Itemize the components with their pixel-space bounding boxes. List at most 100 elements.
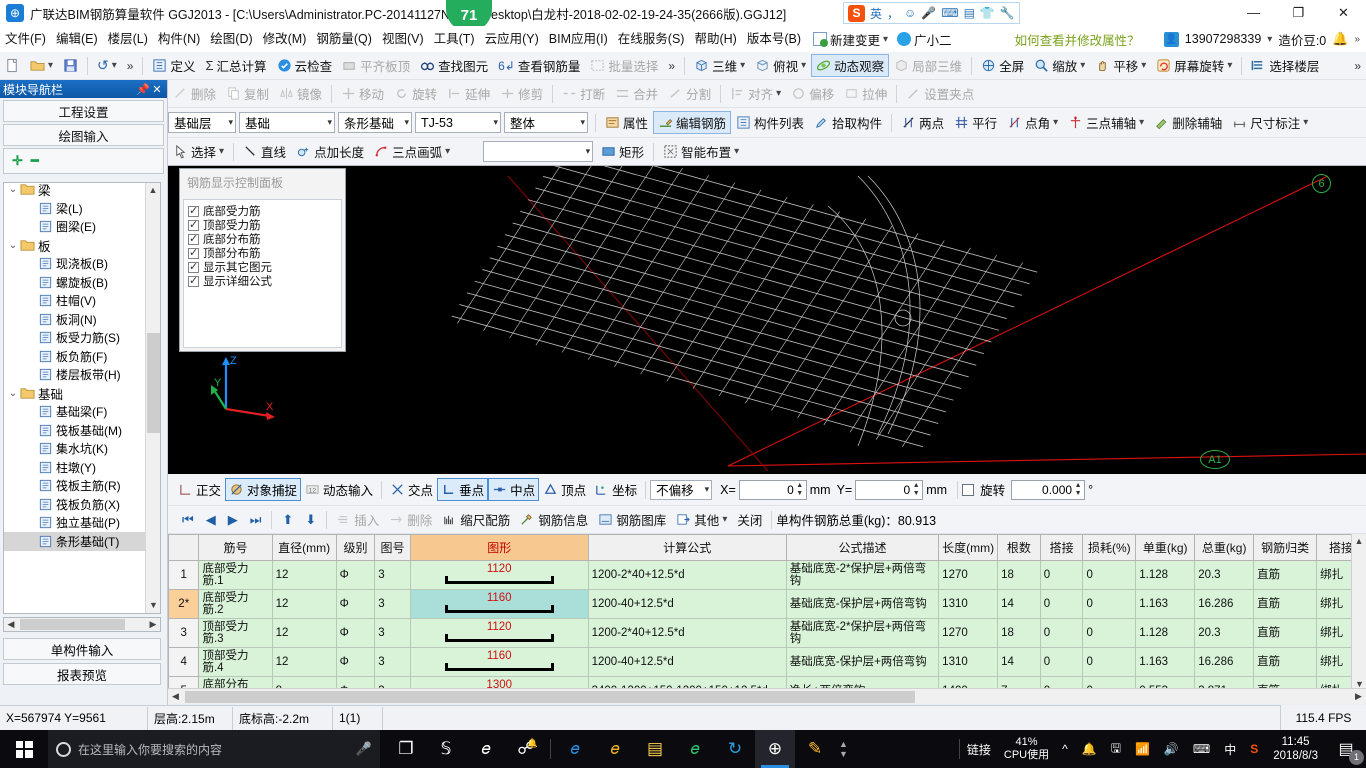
- scroll-up-icon[interactable]: ▲: [146, 183, 160, 198]
- cell-classify[interactable]: 直筋: [1253, 647, 1318, 677]
- first-row-button[interactable]: ⏮: [176, 512, 200, 528]
- select-tool-button[interactable]: 选择 ▾: [168, 140, 229, 163]
- draw-mode-combo[interactable]: ▾: [483, 141, 594, 162]
- menu-item-cloud[interactable]: 云应用(Y): [480, 26, 544, 52]
- align-button[interactable]: 对齐 ▾: [725, 82, 786, 105]
- menu-item-online-service[interactable]: 在线服务(S): [613, 26, 690, 52]
- three-point-axis-button[interactable]: 三点辅轴 ▾: [1063, 111, 1149, 134]
- close-editor-button[interactable]: 关闭: [732, 508, 767, 531]
- pan-button[interactable]: 平移 ▾: [1090, 54, 1151, 77]
- report-preview-button[interactable]: 报表预览: [3, 663, 161, 685]
- clock[interactable]: 11:45 2018/8/3: [1265, 735, 1326, 763]
- drawing-input-button[interactable]: 绘图输入: [3, 124, 164, 146]
- checkbox-icon[interactable]: [188, 246, 199, 259]
- ime-mode-label[interactable]: 中: [1217, 730, 1243, 768]
- table-header-loss[interactable]: 损耗(%): [1082, 534, 1137, 561]
- checkbox-icon[interactable]: [188, 218, 199, 231]
- project-settings-button[interactable]: 工程设置: [3, 100, 164, 122]
- smart-layout-chevron-down-icon[interactable]: ▾: [734, 146, 739, 157]
- table-hscroll-thumb[interactable]: [185, 690, 915, 703]
- checkbox-icon[interactable]: [188, 232, 199, 245]
- cell-lap[interactable]: 0: [1039, 560, 1084, 590]
- cell-formula_desc[interactable]: 基础底宽-2*保护层+两倍弯钩: [785, 618, 940, 648]
- cell-figure[interactable]: 1120: [409, 560, 589, 590]
- tree-item-10[interactable]: 梁(L): [4, 199, 160, 218]
- smart-layout-button[interactable]: 智能布置 ▾: [658, 140, 744, 163]
- cell-length[interactable]: 1310: [938, 647, 999, 677]
- ime-skin-icon[interactable]: 👕: [980, 6, 995, 20]
- table-header-lap[interactable]: 搭接: [1039, 534, 1084, 561]
- align-chevron-down-icon[interactable]: ▾: [776, 88, 781, 99]
- cell-lap[interactable]: 0: [1039, 589, 1084, 619]
- table-hscroll-left-icon[interactable]: ◀: [168, 691, 183, 702]
- tree-item-19[interactable]: 楼层板带(H): [4, 366, 160, 385]
- open-chevron-down-icon[interactable]: ▾: [48, 60, 53, 71]
- table-header-unit_weight[interactable]: 单重(kg): [1135, 534, 1196, 561]
- cell-total_weight[interactable]: 20.3: [1194, 618, 1255, 648]
- cell-lap[interactable]: 0: [1039, 647, 1084, 677]
- table-vertical-scrollbar[interactable]: ▲ ▼: [1351, 534, 1366, 692]
- menu-item-file[interactable]: 文件(F): [0, 26, 51, 52]
- cell-formula_desc[interactable]: 基础底宽-2*保护层+两倍弯钩: [785, 560, 940, 590]
- cell-formula[interactable]: 1200-40+12.5*d: [587, 589, 787, 619]
- floor-combo[interactable]: 基础层 ▾: [168, 112, 236, 133]
- table-header-name[interactable]: 筋号: [198, 534, 273, 561]
- tree-item-22[interactable]: 筏板基础(M): [4, 421, 160, 440]
- cell-idx[interactable]: 2*: [168, 589, 200, 619]
- ie-icon[interactable]: 𝑒: [555, 730, 595, 768]
- align-slab-top-button[interactable]: 平齐板顶: [337, 54, 415, 77]
- cell-formula_desc[interactable]: 基础底宽-保护层+两倍弯钩: [785, 647, 940, 677]
- close-button[interactable]: ✕: [1321, 0, 1366, 26]
- batch-select-button[interactable]: 批量选择: [585, 54, 663, 77]
- cell-count[interactable]: 14: [997, 647, 1041, 677]
- cell-lap[interactable]: 0: [1039, 618, 1084, 648]
- cell-count[interactable]: 18: [997, 618, 1041, 648]
- scroll-thumb[interactable]: [147, 333, 160, 433]
- y-spinner-icon[interactable]: ▲ ▼: [911, 482, 921, 498]
- hscroll-left-icon[interactable]: ◀: [4, 619, 18, 630]
- table-header-length[interactable]: 长度(mm): [938, 534, 999, 561]
- summary-calc-button[interactable]: Σ 汇总计算: [201, 54, 272, 77]
- two-point-button[interactable]: 两点: [896, 111, 949, 134]
- cell-unit_weight[interactable]: 1.163: [1135, 589, 1196, 619]
- table-row[interactable]: 1 底部受力筋.1 12 Φ 3 1120 1200-2*40+12.5*d 基础底宽-2*保…: [168, 560, 1366, 590]
- undo-button[interactable]: ↺ ▾: [92, 55, 122, 76]
- sogou-tray-icon[interactable]: S: [1243, 730, 1265, 768]
- menu-item-version[interactable]: 版本号(B): [742, 26, 806, 52]
- sync-icon[interactable]: ↻: [715, 730, 755, 768]
- cell-idx[interactable]: 1: [168, 560, 200, 590]
- prev-row-button[interactable]: ◀: [200, 512, 222, 528]
- parallel-button[interactable]: 平行: [949, 111, 1002, 134]
- tree-item-20[interactable]: ⌄ 基础: [4, 384, 160, 403]
- move-down-button[interactable]: ⬇: [299, 512, 322, 528]
- local-3d-button[interactable]: 局部三维: [889, 54, 967, 77]
- break-button[interactable]: 打断: [557, 82, 610, 105]
- scroll-down-icon[interactable]: ▼: [146, 598, 160, 613]
- new-change-button[interactable]: 新建变更 ▾: [810, 30, 891, 49]
- cell-grade[interactable]: Φ: [335, 560, 376, 590]
- rebar-info-button[interactable]: 钢筋信息: [515, 508, 593, 531]
- table-header-figure[interactable]: 图形: [409, 534, 589, 561]
- line-tool-button[interactable]: 直线: [238, 140, 291, 163]
- move-button[interactable]: 移动: [336, 82, 389, 105]
- cell-grade[interactable]: Φ: [335, 618, 376, 648]
- cell-shape_no[interactable]: 3: [374, 618, 411, 648]
- trim-button[interactable]: 修剪: [495, 82, 548, 105]
- vertex-snap[interactable]: 顶点: [539, 478, 590, 501]
- three-point-arc-chevron-down-icon[interactable]: ▾: [445, 146, 450, 157]
- points-label[interactable]: 造价豆:0: [1278, 30, 1326, 49]
- delete-row-button[interactable]: 删除: [384, 508, 437, 531]
- menubar-overflow-icon[interactable]: »: [1354, 34, 1360, 45]
- undo-chevron-down-icon[interactable]: ▾: [112, 60, 117, 71]
- category-combo[interactable]: 基础 ▾: [239, 112, 335, 133]
- close-icon[interactable]: ✕: [150, 83, 164, 96]
- cell-loss[interactable]: 0: [1082, 560, 1137, 590]
- bell-icon[interactable]: 🔔: [1332, 31, 1348, 47]
- menu-item-bim[interactable]: BIM应用(I): [544, 26, 613, 52]
- hscroll-thumb[interactable]: [20, 619, 125, 630]
- edge-icon-1[interactable]: 𝑒: [466, 730, 506, 768]
- tree-item-17[interactable]: 板受力筋(S): [4, 329, 160, 348]
- explorer-icon[interactable]: ▤: [635, 730, 675, 768]
- cell-classify[interactable]: 直筋: [1253, 589, 1318, 619]
- cell-diameter[interactable]: 12: [271, 589, 337, 619]
